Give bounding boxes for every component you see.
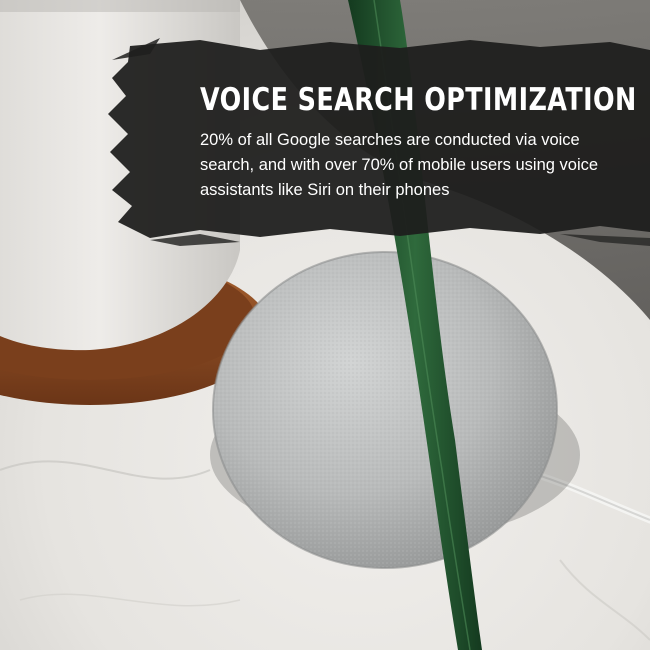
headline: VOICE SEARCH OPTIMIZATION [200,82,637,118]
body-text: 20% of all Google searches are conducted… [200,131,599,199]
post-canvas: VOICE SEARCH OPTIMIZATION 20% of all Goo… [0,0,650,650]
